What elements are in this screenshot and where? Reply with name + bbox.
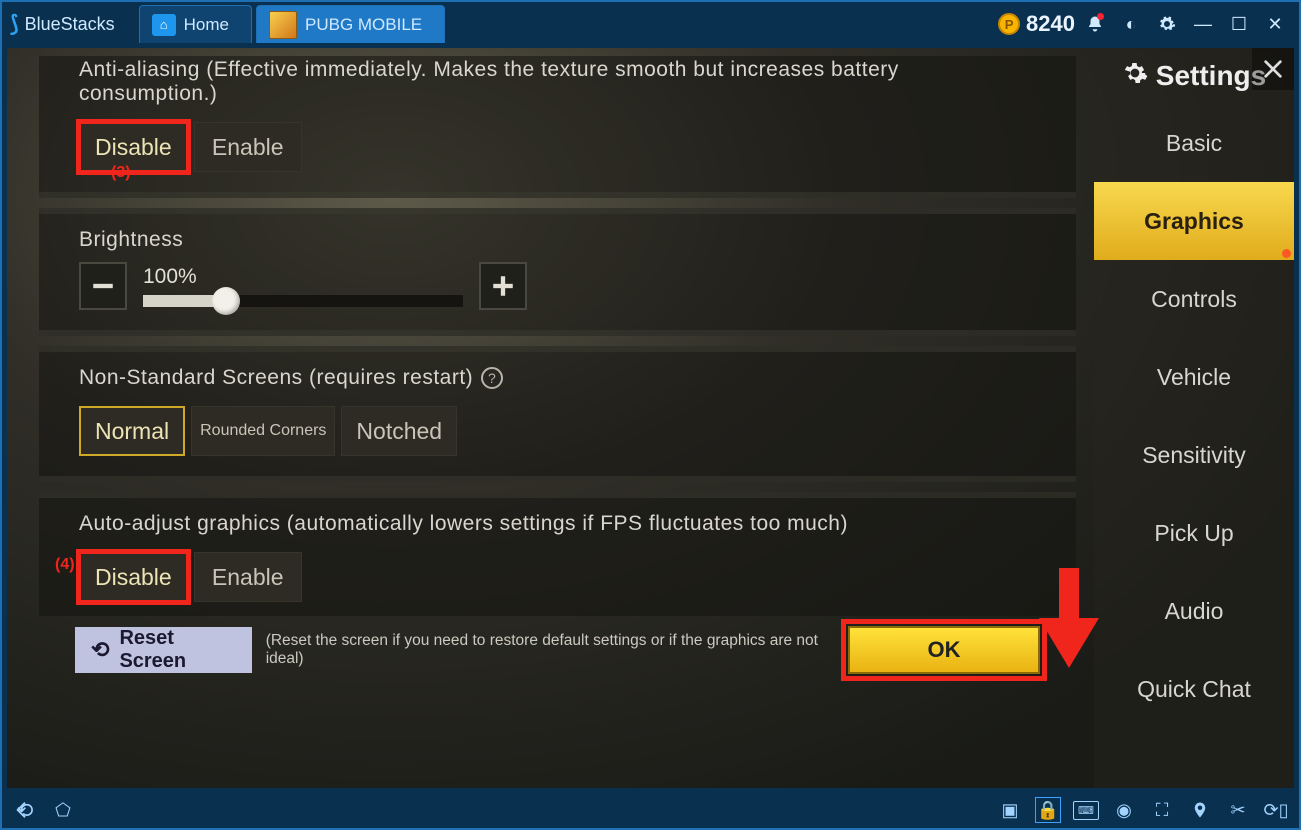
brightness-label: Brightness (79, 228, 1036, 252)
account-icon[interactable]: ◐ (1115, 8, 1147, 40)
auto-adjust-label: Auto-adjust graphics (automatically lowe… (79, 512, 1036, 536)
annotation-3: (3) (111, 164, 131, 182)
titlebar: ⟆ BlueStacks ⌂ Home PUBG MOBILE P 8240 ◐… (2, 2, 1299, 46)
home-nav-icon[interactable]: ⬠ (50, 797, 76, 823)
brightness-slider[interactable]: 100% (143, 265, 463, 307)
sidebar-item-controls[interactable]: Controls (1094, 260, 1294, 338)
help-icon[interactable]: ? (481, 367, 503, 389)
screen-normal[interactable]: Normal (79, 406, 185, 456)
screen-rounded[interactable]: Rounded Corners (191, 406, 335, 456)
settings-header: Settings (1094, 48, 1294, 104)
tab-home[interactable]: ⌂ Home (139, 5, 252, 43)
bluestacks-logo: ⟆ BlueStacks (10, 11, 115, 37)
brightness-increase-button[interactable] (479, 262, 527, 310)
sidebar-item-audio[interactable]: Audio (1094, 572, 1294, 650)
anti-aliasing-options: Disable Enable (79, 122, 1036, 172)
settings-sidebar: Settings Basic Graphics Controls Vehicle… (1094, 48, 1294, 788)
tab-label: PUBG MOBILE (305, 15, 422, 35)
logo-icon: ⟆ (10, 11, 19, 37)
coin-icon: P (998, 13, 1020, 35)
pubg-icon (269, 11, 297, 39)
anti-aliasing-panel: Anti-aliasing (Effective immediately. Ma… (39, 56, 1076, 198)
reset-screen-button[interactable]: ⟲ Reset Screen (75, 627, 252, 673)
non-standard-panel: Non-Standard Screens (requires restart) … (39, 346, 1076, 482)
settings-content: Anti-aliasing (Effective immediately. Ma… (7, 48, 1094, 788)
sidebar-item-graphics[interactable]: Graphics (1094, 182, 1294, 260)
media-icon[interactable]: ▣ (997, 797, 1023, 823)
notification-dot-icon (1097, 13, 1104, 20)
sidebar-item-basic[interactable]: Basic (1094, 104, 1294, 182)
anti-aliasing-enable[interactable]: Enable (194, 122, 302, 172)
sidebar-item-pickup[interactable]: Pick Up (1094, 494, 1294, 572)
screen-notched[interactable]: Notched (341, 406, 457, 456)
reset-description: (Reset the screen if you need to restore… (266, 632, 820, 668)
brightness-panel: Brightness 100% (39, 208, 1076, 336)
brightness-decrease-button[interactable] (79, 262, 127, 310)
minimize-icon[interactable]: — (1187, 8, 1219, 40)
bottombar: ⟲ ⬠ ▣ 🔒 ⌨ ◉ ⛶ ✂ ⟳▯ (2, 792, 1299, 828)
tab-pubg[interactable]: PUBG MOBILE (256, 5, 445, 43)
sidebar-item-quickchat[interactable]: Quick Chat (1094, 650, 1294, 728)
anti-aliasing-disable[interactable]: Disable (79, 122, 188, 172)
brightness-value: 100% (143, 265, 463, 289)
non-standard-label: Non-Standard Screens (requires restart) … (79, 366, 1036, 390)
sidebar-item-vehicle[interactable]: Vehicle (1094, 338, 1294, 416)
game-area: Anti-aliasing (Effective immediately. Ma… (7, 48, 1294, 788)
location-icon[interactable] (1187, 797, 1213, 823)
rotate-icon[interactable]: ⟳▯ (1263, 797, 1289, 823)
currency-display[interactable]: P 8240 (998, 11, 1075, 37)
reset-icon: ⟲ (91, 637, 109, 663)
anti-aliasing-label: Anti-aliasing (Effective immediately. Ma… (79, 58, 1036, 106)
tab-label: Home (184, 15, 229, 35)
ok-highlight (841, 619, 1047, 681)
app-name: BlueStacks (25, 14, 115, 35)
sidebar-item-sensitivity[interactable]: Sensitivity (1094, 416, 1294, 494)
close-settings-button[interactable] (1252, 48, 1294, 90)
gear-icon (1122, 60, 1148, 93)
reset-label: Reset Screen (119, 627, 235, 673)
auto-adjust-disable[interactable]: Disable (79, 552, 188, 602)
settings-gear-icon[interactable] (1151, 8, 1183, 40)
eye-icon[interactable]: ◉ (1111, 797, 1137, 823)
annotation-arrow-icon (1039, 568, 1099, 673)
settings-title: Settings (1156, 60, 1266, 92)
slider-thumb[interactable] (212, 287, 240, 315)
fullscreen-icon[interactable]: ⛶ (1149, 797, 1175, 823)
annotation-4: (4) (55, 556, 75, 574)
notifications-icon[interactable] (1079, 8, 1111, 40)
keyboard-icon[interactable]: ⌨ (1073, 797, 1099, 823)
maximize-icon[interactable]: ☐ (1223, 8, 1255, 40)
close-window-icon[interactable]: ✕ (1259, 8, 1291, 40)
back-icon[interactable]: ⟲ (12, 797, 38, 823)
auto-adjust-panel: Auto-adjust graphics (automatically lowe… (39, 492, 1076, 616)
action-row: ⟲ Reset Screen (Reset the screen if you … (39, 626, 1076, 674)
scissors-icon[interactable]: ✂ (1225, 797, 1251, 823)
currency-value: 8240 (1026, 11, 1075, 37)
new-badge-icon (1282, 249, 1291, 258)
home-icon: ⌂ (152, 14, 176, 36)
lock-icon[interactable]: 🔒 (1035, 797, 1061, 823)
auto-adjust-enable[interactable]: Enable (194, 552, 302, 602)
